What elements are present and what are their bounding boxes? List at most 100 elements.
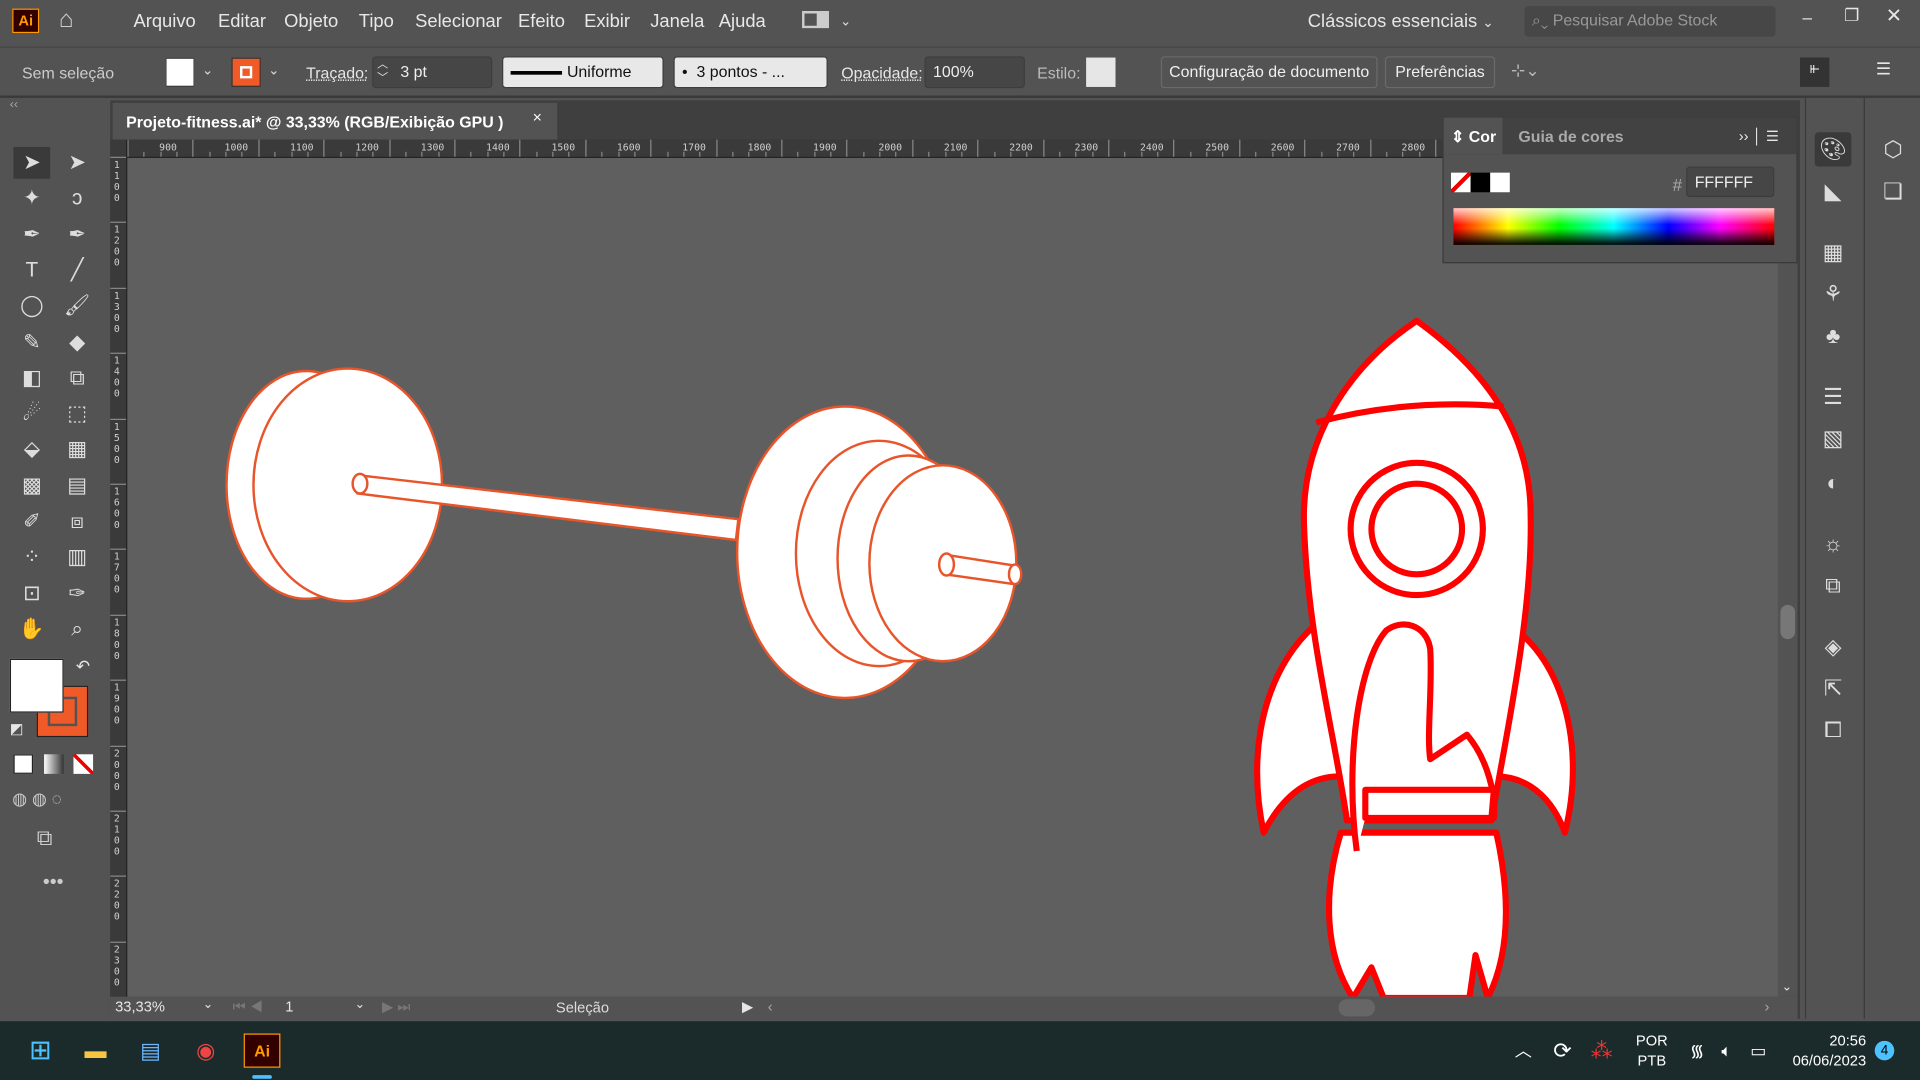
menu-objeto[interactable]: Objeto (284, 11, 338, 32)
preferences-button[interactable]: Preferências (1384, 56, 1496, 89)
collapse-panel-icon[interactable]: ›› │ ☰ (1739, 127, 1779, 144)
hex-field[interactable]: FFFFFF (1686, 166, 1775, 198)
scroll-thumb[interactable] (1780, 604, 1796, 640)
hand-tool[interactable]: ✋ (13, 613, 50, 645)
stroke-dropdown[interactable]: ⌄ (268, 62, 279, 79)
artboard-nav-prev[interactable]: ⏮ ◀ (233, 998, 263, 1016)
reflect-tool[interactable]: ◧ (13, 362, 50, 394)
swap-fill-stroke-icon[interactable]: ↶ (76, 656, 90, 677)
fill-dropdown[interactable]: ⌄ (202, 62, 213, 79)
shape-builder-tool[interactable]: ⬙ (13, 434, 50, 466)
ellipse-tool[interactable]: ◯ (13, 290, 50, 322)
draw-modes-icon[interactable]: ◍ ◍ ◌ (12, 789, 62, 810)
blend-tool[interactable]: ⧈ (59, 506, 96, 538)
style-swatch[interactable] (1086, 57, 1116, 87)
gradient-mode-icon[interactable] (44, 754, 64, 774)
menu-tipo[interactable]: Tipo (359, 11, 394, 32)
artboard-tool[interactable]: ⊡ (13, 577, 50, 609)
artboard-field[interactable]: 1 ⌄ (285, 998, 365, 1015)
color-mode-icon[interactable] (13, 754, 34, 774)
notepad-icon[interactable]: ▤ (133, 1033, 167, 1067)
color-guide-icon[interactable]: ◣ (1815, 174, 1852, 208)
line-tool[interactable]: ╱ (59, 255, 96, 287)
chrome-icon[interactable]: ◉ (189, 1033, 223, 1067)
lasso-tool[interactable]: ↄ (59, 183, 96, 215)
paintbrush-tool[interactable]: 🖌 (59, 290, 96, 322)
shaper-tool[interactable]: ✎ (13, 326, 50, 358)
arrange-documents-icon[interactable] (802, 11, 829, 29)
brushes-icon[interactable]: ⚘ (1815, 277, 1852, 311)
tab-color-guide[interactable]: Guia de cores (1518, 127, 1623, 145)
stock-search-input[interactable]: ⌕⌄ Pesquisar Adobe Stock (1524, 6, 1776, 37)
column-graph-tool[interactable]: ▥ (59, 542, 96, 574)
slice-tool[interactable]: ✑ (59, 577, 96, 609)
canvas[interactable] (127, 157, 1778, 997)
artboards-icon[interactable]: ⧠ (1815, 713, 1852, 747)
mesh-tool[interactable]: ▩ (13, 470, 50, 502)
curvature-tool[interactable]: ✒ (59, 219, 96, 251)
workspace-switcher[interactable]: Clássicos essenciais ⌄ (1308, 11, 1494, 32)
perspective-grid-tool[interactable]: ▦ (59, 434, 96, 466)
screen-mode-icon[interactable]: ⧉ (37, 825, 53, 851)
none-mode-icon[interactable] (73, 754, 94, 774)
horizontal-scrollbar[interactable]: ‹ › (765, 998, 1769, 1018)
libraries-icon[interactable]: ❏ (1875, 174, 1912, 208)
transparency-icon[interactable]: ◐ (1815, 465, 1852, 499)
battery-icon[interactable]: ▭ (1741, 1033, 1775, 1067)
free-transform-tool[interactable]: ⬚ (59, 398, 96, 430)
restore-button[interactable]: ❐ (1844, 5, 1859, 26)
eyedropper-tool[interactable]: ✐ (13, 506, 50, 538)
arrange-panels-icon[interactable]: ⫦ (1800, 57, 1830, 87)
language-indicator[interactable]: POR PTB (1636, 1031, 1668, 1070)
menu-ajuda[interactable]: Ajuda (719, 11, 766, 32)
stroke-panel-icon[interactable]: ☰ (1815, 380, 1852, 414)
vertical-scrollbar[interactable]: ⌄ (1777, 157, 1798, 997)
opacity-label[interactable]: Opacidade: (841, 64, 922, 82)
menu-janela[interactable]: Janela (650, 11, 704, 32)
appearance-icon[interactable]: ☼ (1815, 527, 1852, 561)
magic-wand-tool[interactable]: ✦ (13, 183, 50, 215)
notification-badge[interactable]: 4 (1874, 1040, 1895, 1061)
menu-selecionar[interactable]: Selecionar (415, 11, 502, 32)
windows-start-icon[interactable]: ⊞ (23, 1033, 57, 1067)
show-hidden-icons[interactable]: ︿ (1506, 1033, 1540, 1067)
menu-efeito[interactable]: Efeito (518, 11, 565, 32)
artboard-nav-next[interactable]: ▶ ⏭ (382, 998, 411, 1016)
home-icon[interactable]: ⌂ (59, 6, 74, 34)
eraser-tool[interactable]: ◆ (59, 326, 96, 358)
gradient-tool[interactable]: ▤ (59, 470, 96, 502)
selection-tool[interactable]: ➤ (13, 146, 51, 179)
document-setup-button[interactable]: Configuração de documento (1160, 56, 1378, 89)
illustrator-taskbar-icon[interactable]: Ai (243, 1033, 281, 1068)
scale-tool[interactable]: ⧉ (59, 362, 96, 394)
file-explorer-icon[interactable]: ▬ (78, 1033, 112, 1067)
close-window-button[interactable]: ✕ (1886, 4, 1902, 28)
layers-icon[interactable]: ◈ (1815, 629, 1852, 663)
fill-swatch[interactable] (165, 57, 195, 87)
gradient-panel-icon[interactable]: ▧ (1815, 421, 1852, 455)
none-swatch[interactable] (1451, 172, 1471, 193)
app-tray-icon[interactable]: ⁂ (1584, 1033, 1618, 1067)
document-tab[interactable]: Projeto-fitness.ai* @ 33,33% (RGB/Exibiç… (112, 102, 558, 140)
symbol-sprayer-tool[interactable]: ⁘ (13, 542, 50, 574)
panel-menu-icon[interactable]: ☰ (1876, 59, 1891, 80)
graphic-styles-icon[interactable]: ⧉ (1815, 568, 1852, 602)
opacity-field[interactable]: 100% (924, 56, 1025, 89)
type-tool[interactable]: T (13, 255, 50, 287)
current-tool-status[interactable]: Seleção (556, 999, 609, 1016)
menu-exibir[interactable]: Exibir (584, 11, 630, 32)
default-colors-icon[interactable]: ◩ (10, 720, 24, 737)
swatches-icon[interactable]: ▦ (1815, 235, 1852, 269)
menu-editar[interactable]: Editar (218, 11, 266, 32)
stroke-profile-select[interactable]: Uniforme (502, 56, 664, 89)
color-spectrum[interactable] (1453, 208, 1775, 245)
horizontal-ruler[interactable]: 900 1000 1100 1200 1300 1400 1500 1600 1700 1800 1… (127, 139, 1443, 158)
menu-arquivo[interactable]: Arquivo (133, 11, 195, 32)
vertical-ruler[interactable]: 1100 1200 1300 1400 1500 1600 1700 1800 1900 2000… (110, 139, 128, 997)
3d-materials-icon[interactable]: ⬡ (1875, 132, 1912, 166)
chevron-down-icon[interactable]: ⌄ (840, 13, 851, 30)
status-menu-arrow[interactable]: ▶ (742, 998, 753, 1015)
tab-color[interactable]: ⇕ Cor (1443, 117, 1503, 155)
stroke-label[interactable]: Traçado: (306, 64, 368, 82)
zoom-field[interactable]: 33,33% ⌄ (115, 998, 213, 1015)
